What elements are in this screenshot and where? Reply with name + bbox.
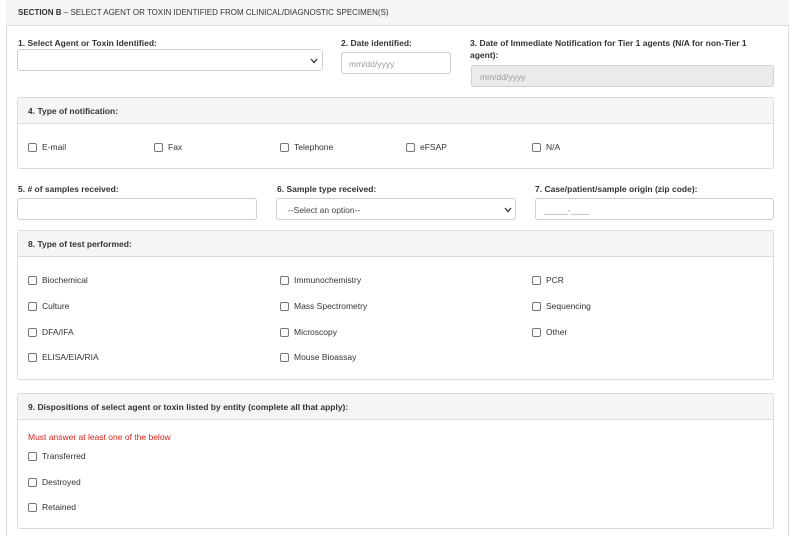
checkbox-label: Mass Spectrometry	[294, 301, 368, 311]
dispositions-header: 9. Dispositions of select agent or toxin…	[18, 394, 773, 420]
checkbox-email[interactable]: E-mail	[28, 142, 66, 152]
section-header: SECTION B – SELECT AGENT OR TOXIN IDENTI…	[6, 0, 789, 26]
checkbox-telephone[interactable]: Telephone	[280, 142, 333, 152]
checkbox-label: eFSAP	[420, 142, 447, 152]
agent-label: 1. Select Agent or Toxin Identified:	[18, 38, 157, 48]
checkbox-box[interactable]	[28, 142, 37, 152]
checkbox-label: Destroyed	[42, 477, 81, 487]
section-label: SECTION B	[18, 8, 62, 17]
checkbox-label: ELISA/EIA/RIA	[42, 352, 99, 362]
sample-type-select[interactable]: --Select an option--	[276, 198, 516, 220]
section-title: SELECT AGENT OR TOXIN IDENTIFIED FROM CL…	[70, 8, 389, 17]
checkbox-box[interactable]	[154, 142, 163, 152]
checkbox-destroyed[interactable]: Destroyed	[28, 477, 81, 487]
checkbox-label: Transferred	[42, 451, 86, 461]
checkbox-box[interactable]	[532, 142, 541, 152]
checkbox-biochemical[interactable]: Biochemical	[28, 275, 88, 285]
notification-date-placeholder: mm/dd/yyyy	[480, 72, 526, 82]
checkbox-label: Other	[546, 327, 568, 337]
checkbox-label: DFA/IFA	[42, 327, 74, 337]
checkbox-microscopy[interactable]: Microscopy	[280, 327, 337, 337]
checkbox-transferred[interactable]: Transferred	[28, 451, 86, 461]
dispositions-warning: Must answer at least one of the below	[28, 432, 171, 442]
samples-received-input[interactable]	[17, 198, 257, 220]
checkbox-label: PCR	[546, 275, 564, 285]
notification-date-input[interactable]: mm/dd/yyyy	[471, 65, 774, 87]
checkbox-label: Mouse Bioassay	[294, 352, 357, 362]
checkbox-label: Culture	[42, 301, 70, 311]
checkbox-box[interactable]	[28, 477, 37, 487]
checkbox-label: Telephone	[294, 142, 334, 152]
dispositions-title: 9. Dispositions of select agent or toxin…	[28, 402, 349, 412]
sample-type-select-value: --Select an option--	[288, 205, 361, 215]
checkbox-label: Fax	[168, 142, 183, 152]
checkbox-box[interactable]	[28, 502, 37, 512]
checkbox-mass-spectrometry[interactable]: Mass Spectrometry	[280, 301, 367, 311]
zip-code-input[interactable]: _____-____	[535, 198, 774, 220]
checkbox-label: Sequencing	[546, 301, 591, 311]
zip-code-label: 7. Case/patient/sample origin (zip code)…	[535, 184, 698, 194]
samples-received-label: 5. # of samples received:	[18, 184, 119, 194]
checkbox-box[interactable]	[28, 327, 37, 337]
chevron-down-icon	[310, 58, 318, 64]
agent-select[interactable]	[17, 49, 323, 71]
checkbox-fax[interactable]: Fax	[154, 142, 182, 152]
checkbox-box[interactable]	[280, 352, 289, 362]
checkbox-box[interactable]	[280, 301, 289, 311]
checkbox-box[interactable]	[28, 301, 37, 311]
checkbox-box[interactable]	[406, 142, 415, 152]
checkbox-box[interactable]	[532, 301, 541, 311]
checkbox-box[interactable]	[532, 327, 541, 337]
zip-code-placeholder: _____-____	[544, 205, 590, 215]
checkbox-box[interactable]	[280, 327, 289, 337]
checkbox-mouse-bioassay[interactable]: Mouse Bioassay	[280, 352, 356, 362]
date-identified-label: 2. Date identified:	[341, 38, 412, 48]
checkbox-label: Microscopy	[294, 327, 337, 337]
date-identified-placeholder: mm/dd/yyyy	[349, 59, 395, 69]
notification-date-label-line1: 3. Date of Immediate Notification for Ti…	[470, 38, 747, 48]
checkbox-box[interactable]	[280, 142, 289, 152]
checkbox-sequencing[interactable]: Sequencing	[532, 301, 591, 311]
notification-type-header: 4. Type of notification:	[18, 98, 773, 124]
checkbox-elisa[interactable]: ELISA/EIA/RIA	[28, 352, 99, 362]
dispositions-panel: 9. Dispositions of select agent or toxin…	[17, 393, 774, 529]
checkbox-box[interactable]	[532, 275, 541, 285]
checkbox-dfa-ifa[interactable]: DFA/IFA	[28, 327, 74, 337]
checkbox-immunochemistry[interactable]: Immunochemistry	[280, 275, 361, 285]
chevron-down-icon	[504, 207, 512, 213]
date-identified-input[interactable]: mm/dd/yyyy	[341, 52, 451, 74]
checkbox-box[interactable]	[28, 352, 37, 362]
checkbox-label: E-mail	[42, 142, 67, 152]
checkbox-box[interactable]	[28, 451, 37, 461]
checkbox-label: Retained	[42, 502, 77, 512]
notification-date-label-line2: agent):	[470, 50, 499, 60]
checkbox-label: Immunochemistry	[294, 275, 362, 285]
checkbox-culture[interactable]: Culture	[28, 301, 69, 311]
notification-type-title: 4. Type of notification:	[28, 106, 119, 116]
checkbox-label: N/A	[546, 142, 561, 152]
checkbox-retained[interactable]: Retained	[28, 502, 76, 512]
notification-type-panel: 4. Type of notification: E-mail Fax Tele…	[17, 97, 774, 169]
checkbox-box[interactable]	[28, 275, 37, 285]
test-type-title: 8. Type of test performed:	[28, 239, 132, 249]
test-type-panel: 8. Type of test performed: Biochemical C…	[17, 230, 774, 380]
checkbox-efsap[interactable]: eFSAP	[406, 142, 447, 152]
sample-type-label: 6. Sample type received:	[277, 184, 377, 194]
checkbox-pcr[interactable]: PCR	[532, 275, 564, 285]
checkbox-label: Biochemical	[42, 275, 88, 285]
checkbox-other[interactable]: Other	[532, 327, 567, 337]
test-type-header: 8. Type of test performed:	[18, 231, 773, 257]
checkbox-box[interactable]	[280, 275, 289, 285]
checkbox-na[interactable]: N/A	[532, 142, 560, 152]
